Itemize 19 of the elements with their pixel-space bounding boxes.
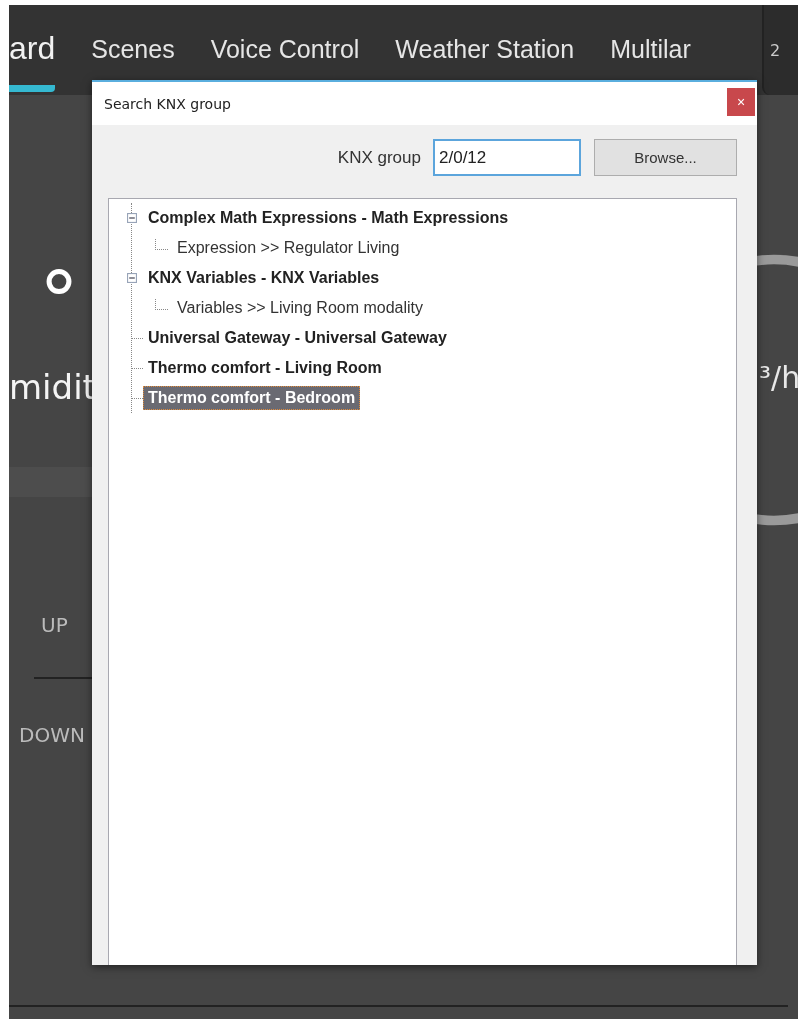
close-button[interactable]: × [727, 87, 755, 116]
tree-item[interactable]: Thermo comfort - Living Room [143, 356, 387, 380]
knx-group-field[interactable]: 2/0/12 [433, 139, 581, 176]
flow-unit: ³/h [759, 360, 798, 395]
browse-button[interactable]: Browse... [594, 139, 737, 176]
field-label: KNX group [337, 147, 421, 168]
tree-item[interactable]: Thermo comfort - Bedroom [143, 386, 361, 410]
collapse-icon[interactable] [127, 213, 137, 223]
collapse-icon[interactable] [127, 273, 137, 283]
tree-item[interactable]: Expression >> Regulator Living [172, 236, 405, 260]
corner-label: 2 [770, 41, 781, 60]
tree-item[interactable]: Universal Gateway - Universal Gateway [143, 326, 452, 350]
tab[interactable]: ard [9, 5, 56, 92]
temperature-reading: ° [38, 257, 80, 347]
humidity-label: midit [9, 367, 97, 407]
tree-item[interactable]: Variables >> Living Room modality [172, 296, 429, 320]
tree-item[interactable]: Complex Math Expressions - Math Expressions [143, 206, 514, 230]
tree-item[interactable]: KNX Variables - KNX Variables [143, 266, 385, 290]
dialog-title: Search KNX group [104, 95, 231, 112]
